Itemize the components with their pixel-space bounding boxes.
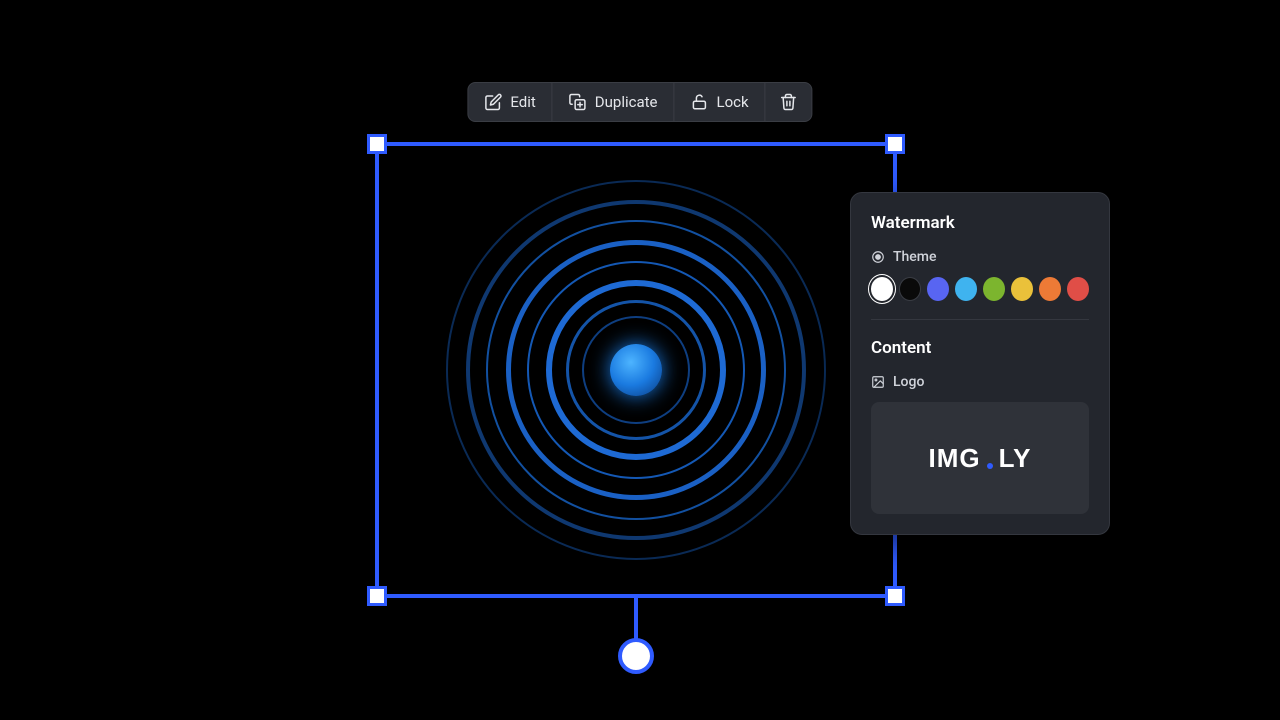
edit-icon [484, 93, 502, 111]
canvas-artwork [446, 180, 826, 560]
theme-swatch-5[interactable] [1011, 277, 1033, 301]
lock-button[interactable]: Lock [675, 83, 766, 121]
content-section-title: Content [871, 338, 1089, 358]
resize-handle-top-left[interactable] [367, 134, 387, 154]
theme-swatches [871, 277, 1089, 320]
unlock-icon [691, 93, 709, 111]
theme-swatch-1[interactable] [899, 277, 921, 301]
rotation-handle[interactable] [618, 638, 654, 674]
inspector-panel: Watermark Theme Content Logo IMG LY [850, 192, 1110, 535]
logo-preview[interactable]: IMG LY [871, 402, 1089, 514]
theme-swatch-4[interactable] [983, 277, 1005, 301]
image-icon [871, 375, 885, 389]
resize-handle-bottom-right[interactable] [885, 586, 905, 606]
logo-text-part1: IMG [929, 443, 981, 474]
trash-icon [780, 93, 798, 111]
delete-button[interactable] [766, 83, 812, 121]
resize-handle-top-right[interactable] [885, 134, 905, 154]
context-toolbar: Edit Duplicate Lock [467, 82, 812, 122]
logo-dot-icon [987, 463, 993, 469]
edit-label: Edit [510, 93, 535, 111]
panel-title: Watermark [871, 213, 1089, 233]
theme-swatch-0[interactable] [871, 277, 893, 301]
logo-text-part2: LY [999, 443, 1032, 474]
logo-section-header: Logo [871, 374, 1089, 390]
theme-swatch-3[interactable] [955, 277, 977, 301]
selection-bounding-box[interactable] [375, 142, 897, 598]
logo-label: Logo [893, 374, 924, 390]
theme-swatch-2[interactable] [927, 277, 949, 301]
theme-label: Theme [893, 249, 937, 265]
duplicate-button[interactable]: Duplicate [553, 83, 675, 121]
lock-label: Lock [717, 93, 749, 111]
theme-swatch-7[interactable] [1067, 277, 1089, 301]
logo-text: IMG LY [929, 443, 1032, 474]
theme-section-header: Theme [871, 249, 1089, 265]
theme-swatch-6[interactable] [1039, 277, 1061, 301]
resize-handle-bottom-left[interactable] [367, 586, 387, 606]
edit-button[interactable]: Edit [468, 83, 552, 121]
duplicate-icon [569, 93, 587, 111]
radio-icon [871, 250, 885, 264]
duplicate-label: Duplicate [595, 93, 658, 111]
